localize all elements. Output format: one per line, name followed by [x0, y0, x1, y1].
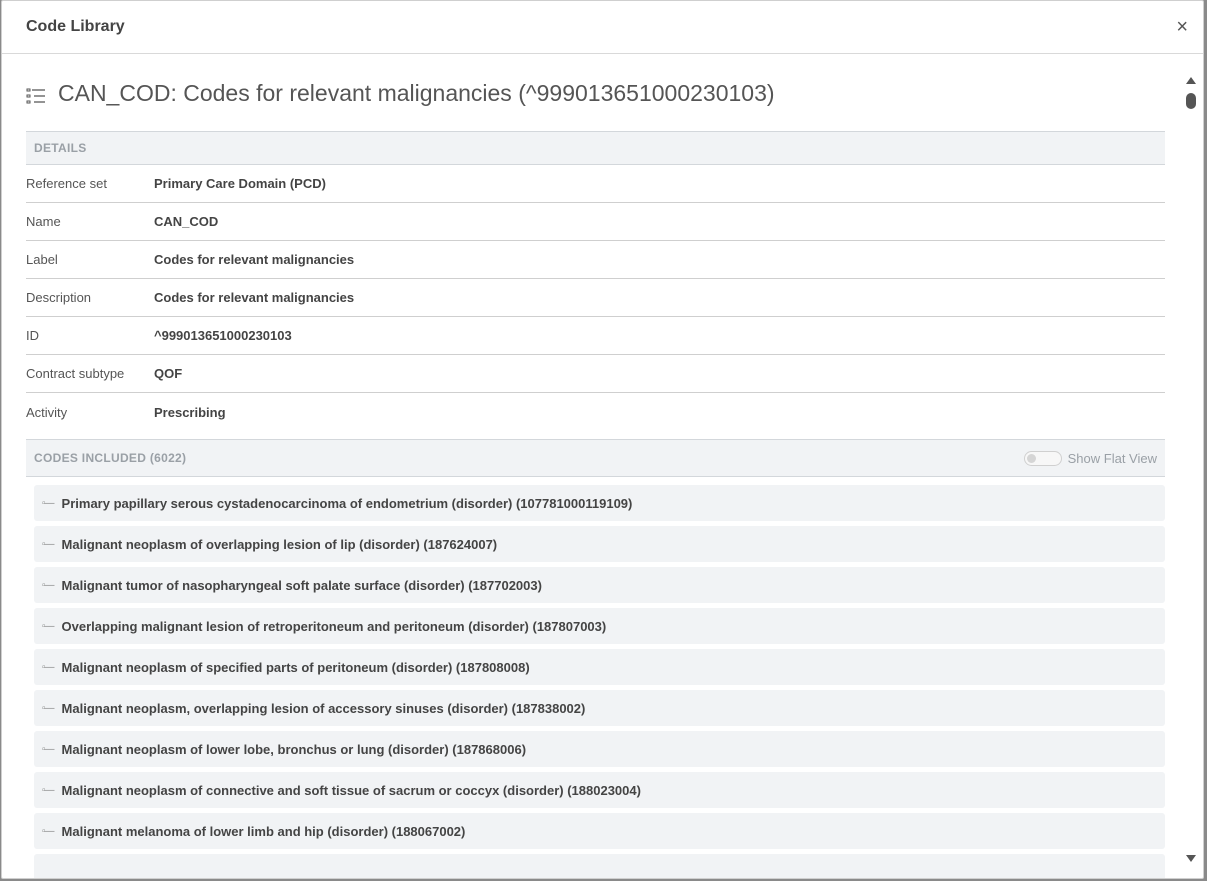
tree-node-icon: ▫— — [42, 784, 55, 796]
detail-row-label: Label Codes for relevant malignancies — [26, 241, 1165, 279]
scrollbar-thumb[interactable] — [1186, 93, 1196, 109]
detail-label: Activity — [26, 404, 68, 420]
detail-value: CAN_COD — [154, 214, 219, 229]
codes-header-label: CODES INCLUDED (6022) — [34, 451, 187, 465]
tree-node-icon: ▫— — [42, 702, 55, 714]
page-title: CAN_COD: Codes for relevant malignancies… — [26, 55, 1165, 131]
tree-node-icon: ▫— — [42, 579, 55, 591]
codelist-title: CAN_COD: Codes for relevant malignancies… — [58, 79, 775, 106]
code-item[interactable]: ▫— Primary papillary serous cystadenocar… — [34, 485, 1165, 521]
code-item[interactable]: ▫— Malignant neoplasm of connective and … — [34, 772, 1165, 808]
detail-value: Codes for relevant malignancies — [154, 290, 355, 305]
detail-value: Primary Care Domain (PCD) — [154, 176, 326, 191]
code-item-label: Malignant neoplasm, overlapping lesion o… — [61, 700, 586, 716]
code-item-label: Malignant neoplasm of connective and sof… — [61, 782, 641, 798]
code-item-label: Malignant tumor of nasopharyngeal soft p… — [61, 577, 542, 593]
code-item-label: Malignant melanoma of lower limb and hip… — [61, 823, 466, 839]
code-library-modal: Code Library × CAN_COD: Codes for releva… — [1, 0, 1204, 879]
toggle-knob — [1026, 453, 1036, 463]
flat-view-label[interactable]: Show Flat View — [1068, 451, 1157, 466]
scroll-down-arrow-icon[interactable] — [1186, 855, 1196, 862]
detail-row-name: Name CAN_COD — [26, 203, 1165, 241]
code-item-label: Overlapping malignant lesion of retroper… — [61, 618, 607, 634]
close-button[interactable]: × — [1176, 17, 1188, 37]
details-header-label: DETAILS — [34, 141, 87, 155]
detail-row-reference-set: Reference set Primary Care Domain (PCD) — [26, 165, 1165, 203]
modal-body[interactable]: CAN_COD: Codes for relevant malignancies… — [2, 55, 1203, 878]
detail-value: Codes for relevant malignancies — [154, 252, 355, 267]
detail-value: QOF — [154, 366, 183, 381]
tree-node-icon: ▫— — [42, 661, 55, 673]
code-item-label: Primary papillary serous cystadenocarcin… — [61, 495, 633, 511]
modal-header: Code Library × — [2, 1, 1203, 54]
code-item[interactable]: ▫— Malignant neoplasm of specified parts… — [34, 649, 1165, 685]
detail-label: Label — [26, 252, 58, 267]
detail-row-contract-subtype: Contract subtype QOF — [26, 355, 1165, 393]
code-item[interactable]: ▫— Malignant neoplasm, overlapping lesio… — [34, 690, 1165, 726]
detail-label: Name — [26, 214, 61, 229]
detail-label: Contract subtype — [26, 366, 125, 381]
detail-label: ID — [26, 328, 39, 343]
tree-node-icon: ▫— — [42, 497, 55, 509]
codes-section-header: CODES INCLUDED (6022) Show Flat View — [26, 439, 1165, 477]
detail-row-activity: Activity Prescribing — [26, 393, 1165, 431]
detail-value: ^999013651000230103 — [154, 328, 292, 343]
detail-value: Prescribing — [154, 404, 226, 420]
detail-label: Reference set — [26, 176, 107, 191]
code-item-label: Malignant neoplasm of specified parts of… — [61, 659, 530, 675]
flat-view-toggle[interactable] — [1023, 450, 1062, 466]
detail-row-description: Description Codes for relevant malignanc… — [26, 279, 1165, 317]
code-item[interactable]: ▫— Malignant neoplasm of overlapping les… — [34, 526, 1165, 562]
list-tree-icon — [26, 84, 46, 104]
details-table: Reference set Primary Care Domain (PCD) … — [26, 165, 1165, 431]
code-item-partial[interactable] — [34, 854, 1165, 878]
code-item[interactable]: ▫— Malignant tumor of nasopharyngeal sof… — [34, 567, 1165, 603]
tree-node-icon: ▫— — [42, 825, 55, 837]
detail-row-id: ID ^999013651000230103 — [26, 317, 1165, 355]
flat-view-toggle-wrap: Show Flat View — [1023, 450, 1157, 466]
code-item-label: Malignant neoplasm of lower lobe, bronch… — [61, 741, 527, 757]
code-item-label: Malignant neoplasm of overlapping lesion… — [61, 536, 498, 552]
codelist-content: CAN_COD: Codes for relevant malignancies… — [26, 55, 1165, 878]
code-list: ▫— Primary papillary serous cystadenocar… — [26, 477, 1165, 878]
tree-node-icon: ▫— — [42, 538, 55, 550]
detail-label: Description — [26, 290, 92, 305]
code-item[interactable]: ▫— Malignant melanoma of lower limb and … — [34, 813, 1165, 849]
code-item[interactable]: ▫— Overlapping malignant lesion of retro… — [34, 608, 1165, 644]
modal-title: Code Library — [26, 18, 125, 35]
code-item[interactable]: ▫— Malignant neoplasm of lower lobe, bro… — [34, 731, 1165, 767]
tree-node-icon: ▫— — [42, 743, 55, 755]
vertical-scrollbar[interactable] — [1185, 77, 1197, 862]
tree-node-icon: ▫— — [42, 620, 55, 632]
details-section-header: DETAILS — [26, 131, 1165, 165]
scroll-up-arrow-icon[interactable] — [1186, 77, 1196, 84]
